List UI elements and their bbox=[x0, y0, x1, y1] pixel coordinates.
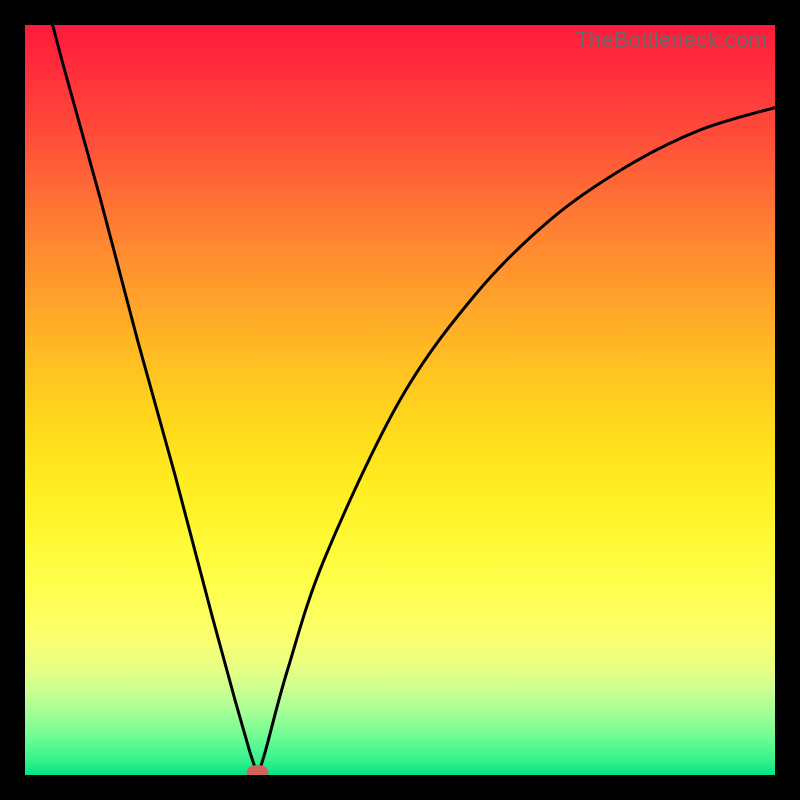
optimal-marker bbox=[247, 765, 269, 775]
curve-path bbox=[25, 25, 775, 775]
chart-frame: TheBottleneck.com bbox=[0, 0, 800, 800]
plot-area: TheBottleneck.com bbox=[25, 25, 775, 775]
bottleneck-curve bbox=[25, 25, 775, 775]
